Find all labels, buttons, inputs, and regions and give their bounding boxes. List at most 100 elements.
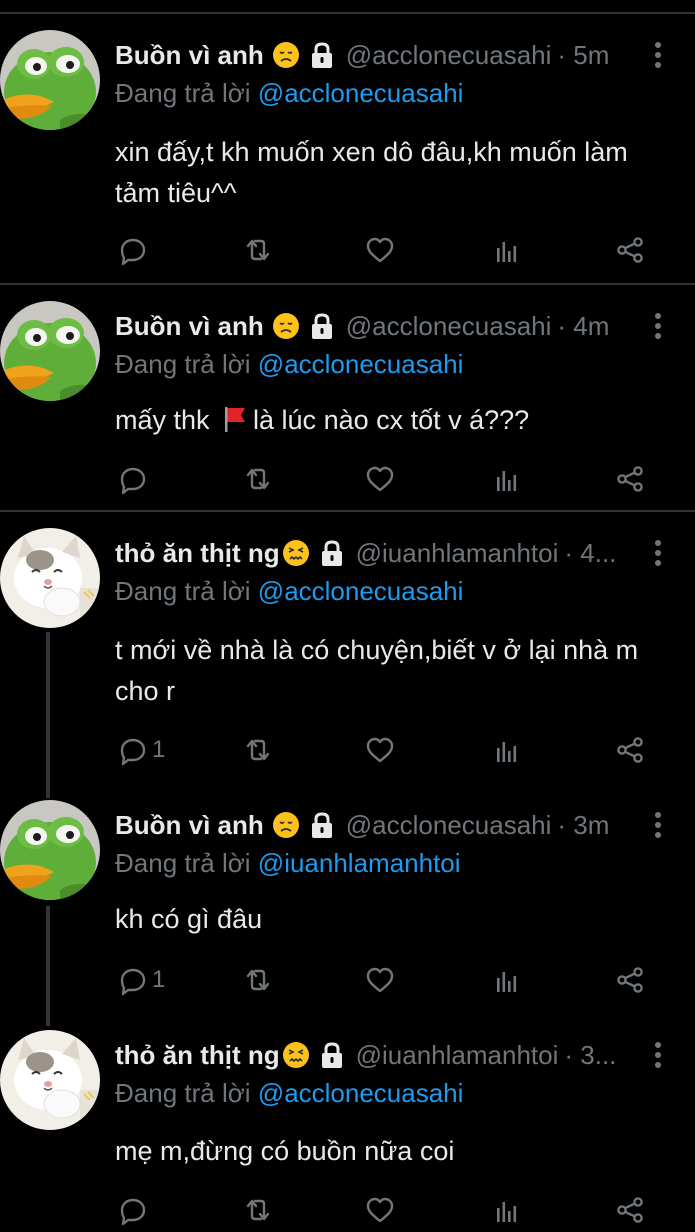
replying-to: Đang trả lời @acclonecuasahi: [115, 349, 463, 380]
retweet-button[interactable]: [242, 461, 274, 497]
more-options-icon[interactable]: [653, 810, 663, 840]
timestamp[interactable]: · 3...: [564, 1040, 616, 1071]
lock-icon: [320, 540, 344, 567]
analytics-icon: [497, 242, 517, 262]
timestamp[interactable]: · 4m: [557, 311, 609, 342]
more-options-icon[interactable]: [653, 40, 663, 70]
confounded-face-emoji: [281, 1041, 310, 1069]
cat-avatar[interactable]: [0, 528, 100, 628]
tweet[interactable]: Buồn vì anh @acclonecuasahi · 3m Đang tr…: [0, 784, 695, 1014]
cat-avatar[interactable]: [0, 1030, 100, 1130]
frog-avatar[interactable]: [0, 301, 100, 401]
username[interactable]: @iuanhlamanhtoi: [356, 1040, 559, 1071]
reply-icon: [120, 738, 146, 766]
share-button[interactable]: [614, 1192, 646, 1228]
views-button[interactable]: [490, 962, 522, 998]
tweet-header: thỏ ăn thịt ng @iuanhlamanhtoi · 3...: [115, 1038, 645, 1072]
more-options-icon[interactable]: [653, 311, 663, 341]
tweet[interactable]: Buồn vì anh @acclonecuasahi · 5m Đang tr…: [0, 14, 695, 283]
tweet[interactable]: Buồn vì anh @acclonecuasahi · 4m Đang tr…: [0, 285, 695, 510]
views-button[interactable]: [490, 232, 522, 268]
lock-icon: [310, 313, 334, 340]
views-button[interactable]: [490, 461, 522, 497]
retweet-button[interactable]: [242, 1192, 274, 1228]
replying-to-label: Đang trả lời: [115, 848, 251, 878]
red-flag-icon: [225, 407, 246, 432]
like-button[interactable]: [364, 962, 396, 998]
timestamp[interactable]: · 3m: [557, 810, 609, 841]
reply-icon: [120, 238, 146, 266]
like-button[interactable]: [364, 732, 396, 768]
tweet-text-part: là lúc nào cx tốt v á???: [253, 405, 530, 435]
tweet-header: Buồn vì anh @acclonecuasahi · 3m: [115, 808, 645, 842]
like-button[interactable]: [364, 232, 396, 268]
heart-icon: [366, 237, 394, 263]
replying-to: Đang trả lời @acclonecuasahi: [115, 576, 463, 607]
mention-link[interactable]: @iuanhlamanhtoi: [258, 848, 461, 878]
views-button[interactable]: [490, 732, 522, 768]
tweet-text: mấy thk là lúc nào cx tốt v á???: [115, 400, 655, 441]
more-options-icon[interactable]: [653, 538, 663, 568]
like-button[interactable]: [364, 1192, 396, 1228]
retweet-button[interactable]: [242, 232, 274, 268]
like-button[interactable]: [364, 461, 396, 497]
mention-link[interactable]: @acclonecuasahi: [258, 576, 464, 606]
username[interactable]: @acclonecuasahi: [346, 311, 552, 342]
replying-to-label: Đang trả lời: [115, 78, 251, 108]
lock-icon: [310, 42, 334, 69]
mention-link[interactable]: @acclonecuasahi: [258, 349, 464, 379]
reply-button[interactable]: [116, 461, 152, 497]
display-name[interactable]: Buồn vì anh: [115, 40, 264, 71]
mention-link[interactable]: @acclonecuasahi: [258, 78, 464, 108]
reply-button[interactable]: [116, 232, 152, 268]
replying-to-label: Đang trả lời: [115, 576, 251, 606]
share-button[interactable]: [614, 232, 646, 268]
tweet-text: mẹ m,đừng có buồn nữa coi: [115, 1136, 455, 1166]
share-button[interactable]: [614, 461, 646, 497]
analytics-icon: [497, 972, 517, 992]
mention-link[interactable]: @acclonecuasahi: [258, 1078, 464, 1108]
reply-button[interactable]: 1: [116, 732, 165, 768]
more-options-icon[interactable]: [653, 1040, 663, 1070]
timestamp[interactable]: · 4...: [564, 538, 616, 569]
share-button[interactable]: [614, 732, 646, 768]
share-icon: [617, 737, 643, 763]
reply-button[interactable]: [116, 1192, 152, 1228]
share-button[interactable]: [614, 962, 646, 998]
disappointed-face-emoji: [271, 811, 300, 839]
confounded-face-emoji: [281, 539, 310, 567]
tweet-header: Buồn vì anh @acclonecuasahi · 4m: [115, 309, 645, 343]
replying-to-label: Đang trả lời: [115, 349, 251, 379]
reply-button[interactable]: 1: [116, 962, 165, 998]
tweet-header: Buồn vì anh @acclonecuasahi · 5m: [115, 38, 645, 72]
reply-count: 1: [152, 736, 166, 763]
heart-icon: [366, 737, 394, 763]
reply-icon: [120, 968, 146, 996]
retweet-button[interactable]: [242, 732, 274, 768]
reply-count: 1: [152, 966, 166, 993]
display-name[interactable]: thỏ ăn thịt ng: [115, 1040, 280, 1071]
display-name[interactable]: Buồn vì anh: [115, 810, 264, 841]
retweet-button[interactable]: [242, 962, 274, 998]
replying-to: Đang trả lời @acclonecuasahi: [115, 78, 463, 109]
views-button[interactable]: [490, 1192, 522, 1228]
retweet-icon: [246, 468, 270, 490]
frog-avatar[interactable]: [0, 30, 100, 130]
tweet[interactable]: thỏ ăn thịt ng @iuanhlamanhtoi · 4... Đa…: [0, 512, 695, 784]
username[interactable]: @acclonecuasahi: [346, 810, 552, 841]
tweet[interactable]: thỏ ăn thịt ng @iuanhlamanhtoi · 3... Đa…: [0, 1014, 695, 1226]
username[interactable]: @acclonecuasahi: [346, 40, 552, 71]
display-name[interactable]: thỏ ăn thịt ng: [115, 538, 280, 569]
share-icon: [617, 466, 643, 492]
username[interactable]: @iuanhlamanhtoi: [356, 538, 559, 569]
analytics-icon: [497, 742, 517, 762]
display-name[interactable]: Buồn vì anh: [115, 311, 264, 342]
reply-icon: [120, 1198, 146, 1226]
analytics-icon: [497, 1202, 517, 1222]
disappointed-face-emoji: [271, 41, 300, 69]
action-bar: [0, 461, 695, 501]
timestamp[interactable]: · 5m: [557, 40, 609, 71]
replying-to: Đang trả lời @acclonecuasahi: [115, 1078, 463, 1109]
frog-avatar[interactable]: [0, 800, 100, 900]
lock-icon: [320, 1042, 344, 1069]
